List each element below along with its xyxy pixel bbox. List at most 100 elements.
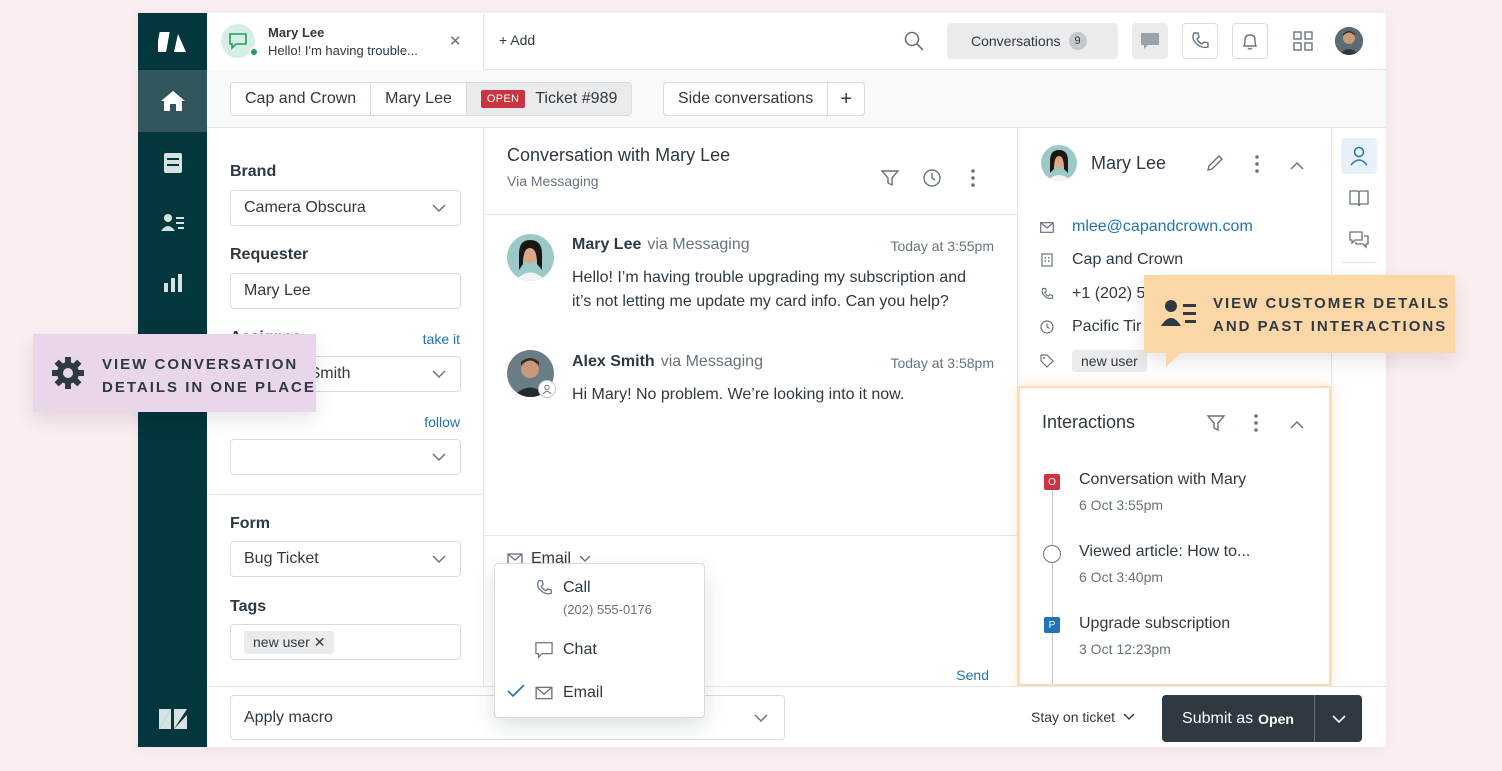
stay-on-ticket-select[interactable]: Stay on ticket: [1031, 709, 1135, 725]
form-label: Form: [230, 515, 270, 532]
take-it-link[interactable]: take it: [423, 331, 460, 347]
edit-icon[interactable]: [1206, 154, 1224, 177]
article-view-icon: [1043, 545, 1061, 563]
conversation-title: Conversation with Mary Lee: [507, 145, 731, 165]
customer-phone: +1 (202) 5: [1072, 285, 1146, 302]
add-side-conversation-button[interactable]: +: [828, 83, 864, 115]
home-icon[interactable]: [138, 70, 207, 132]
reporting-icon[interactable]: [138, 263, 207, 303]
zendesk-logo[interactable]: [138, 13, 207, 70]
customers-icon[interactable]: [138, 203, 207, 243]
context-rail: [1331, 128, 1386, 686]
call-phone-number: (202) 555-0176: [563, 602, 652, 617]
message-line: it’s not letting me update my card info.…: [572, 293, 949, 310]
chevron-down-icon: [754, 714, 768, 723]
breadcrumb-ticket[interactable]: OPEN Ticket #989: [466, 83, 632, 115]
interactions-title: Interactions: [1042, 412, 1136, 432]
knowledge-icon[interactable]: [1341, 180, 1377, 216]
tab-message-preview: Hello! I'm having trouble...: [268, 43, 418, 58]
open-status-badge: O: [1044, 474, 1060, 490]
chevron-up-icon[interactable]: [1290, 417, 1304, 435]
notifications-bell-icon[interactable]: [1232, 23, 1268, 59]
callout-pointer: [1166, 351, 1182, 367]
more-options-icon[interactable]: [970, 168, 976, 193]
email-icon: [1040, 221, 1054, 233]
form-select[interactable]: Bug Ticket: [230, 541, 461, 577]
remove-tag-icon[interactable]: ✕: [314, 634, 326, 650]
customer-context-icon[interactable]: [1341, 138, 1377, 174]
customer-tag-chip: new user: [1072, 350, 1147, 372]
followers-select[interactable]: [230, 439, 461, 475]
channel-dropdown-menu: Call (202) 555-0176 Chat Email: [494, 563, 705, 718]
customer-email[interactable]: mlee@capandcrown.com: [1072, 218, 1253, 236]
interaction-title[interactable]: Conversation with Mary: [1079, 471, 1246, 489]
agent-badge-icon: [538, 380, 556, 398]
apps-grid-icon[interactable]: [1293, 31, 1313, 56]
more-options-icon[interactable]: [1254, 154, 1260, 179]
ticket-number: Ticket #989: [535, 90, 618, 107]
chevron-down-icon: [1331, 714, 1346, 723]
message-timestamp: Today at 3:55pm: [890, 238, 994, 254]
phone-icon[interactable]: [1182, 23, 1218, 59]
conversation-channel: Via Messaging: [507, 173, 599, 189]
tags-input[interactable]: new user ✕: [230, 624, 461, 660]
message-timestamp: Today at 3:58pm: [890, 355, 994, 371]
chevron-down-icon: [432, 370, 446, 379]
breadcrumb-requester[interactable]: Mary Lee: [371, 83, 467, 115]
requester-field[interactable]: Mary Lee: [230, 273, 461, 309]
filter-icon[interactable]: [880, 168, 900, 193]
side-conversations-button[interactable]: Side conversations: [664, 83, 829, 115]
close-icon[interactable]: ✕: [449, 32, 462, 50]
customer-email-row: mlee@capandcrown.com: [1040, 218, 1253, 236]
submit-status: Open: [1258, 710, 1294, 727]
top-bar: Mary Lee Hello! I'm having trouble... ✕ …: [207, 13, 1386, 70]
phone-icon: [1041, 287, 1054, 300]
callout-customer-details: VIEW CUSTOMER DETAILS AND PAST INTERACTI…: [1144, 275, 1455, 367]
search-icon[interactable]: [904, 31, 924, 56]
interaction-title[interactable]: Viewed article: How to...: [1079, 543, 1250, 561]
zendesk-product-logo: [138, 699, 207, 739]
submit-options-button[interactable]: [1315, 695, 1362, 742]
interaction-time: 6 Oct 3:40pm: [1079, 569, 1164, 585]
callout-line: DETAILS IN ONE PLACE: [102, 379, 316, 396]
breadcrumb: Cap and Crown Mary Lee OPEN Ticket #989: [230, 82, 633, 116]
menu-item-call[interactable]: Call: [535, 579, 591, 597]
interactions-panel: Interactions O Conversation with Mary 6 …: [1018, 386, 1331, 686]
conversations-button[interactable]: Conversations 9: [947, 23, 1118, 59]
tag-chip: new user ✕: [244, 630, 335, 654]
requester-avatar: [507, 234, 554, 281]
filter-icon[interactable]: [1206, 413, 1226, 438]
checkmark-icon: [507, 684, 525, 703]
timeline-line: [1052, 484, 1053, 684]
divider: [207, 494, 484, 495]
more-options-icon[interactable]: [1253, 413, 1259, 438]
callout-line: VIEW CUSTOMER DETAILS: [1213, 295, 1451, 312]
side-conversations-icon[interactable]: [1341, 222, 1377, 258]
agent-avatar[interactable]: [1335, 27, 1363, 55]
ticket-tab[interactable]: Mary Lee Hello! I'm having trouble... ✕: [207, 13, 484, 70]
history-icon[interactable]: [922, 168, 942, 193]
customer-timezone-row: Pacific Tir: [1040, 318, 1141, 336]
chat-status-icon[interactable]: [1132, 23, 1168, 59]
conversations-label: Conversations: [971, 33, 1061, 49]
add-tab-button[interactable]: + Add: [499, 32, 535, 48]
chat-icon: [535, 642, 553, 659]
chevron-up-icon[interactable]: [1290, 158, 1304, 176]
customer-avatar: [1041, 145, 1077, 181]
form-value: Bug Ticket: [244, 550, 319, 567]
views-icon[interactable]: [138, 143, 207, 183]
interaction-time: 6 Oct 3:55pm: [1079, 497, 1164, 513]
menu-item-chat[interactable]: Chat: [535, 641, 597, 659]
breadcrumb-brand[interactable]: Cap and Crown: [231, 83, 372, 115]
message-channel: via Messaging: [647, 236, 750, 253]
interaction-title[interactable]: Upgrade subscription: [1079, 615, 1230, 633]
tags-label: Tags: [230, 598, 267, 615]
menu-item-email[interactable]: Email: [535, 684, 603, 702]
send-button[interactable]: Send: [956, 667, 989, 683]
follow-link[interactable]: follow: [424, 414, 460, 430]
callout-conversation-details: VIEW CONVERSATION DETAILS IN ONE PLACE: [33, 334, 316, 412]
requester-label: Requester: [230, 246, 309, 263]
brand-select[interactable]: Camera Obscura: [230, 190, 461, 226]
submit-button[interactable]: Submit as Open: [1162, 695, 1315, 742]
callout-line: AND PAST INTERACTIONS: [1213, 318, 1448, 335]
